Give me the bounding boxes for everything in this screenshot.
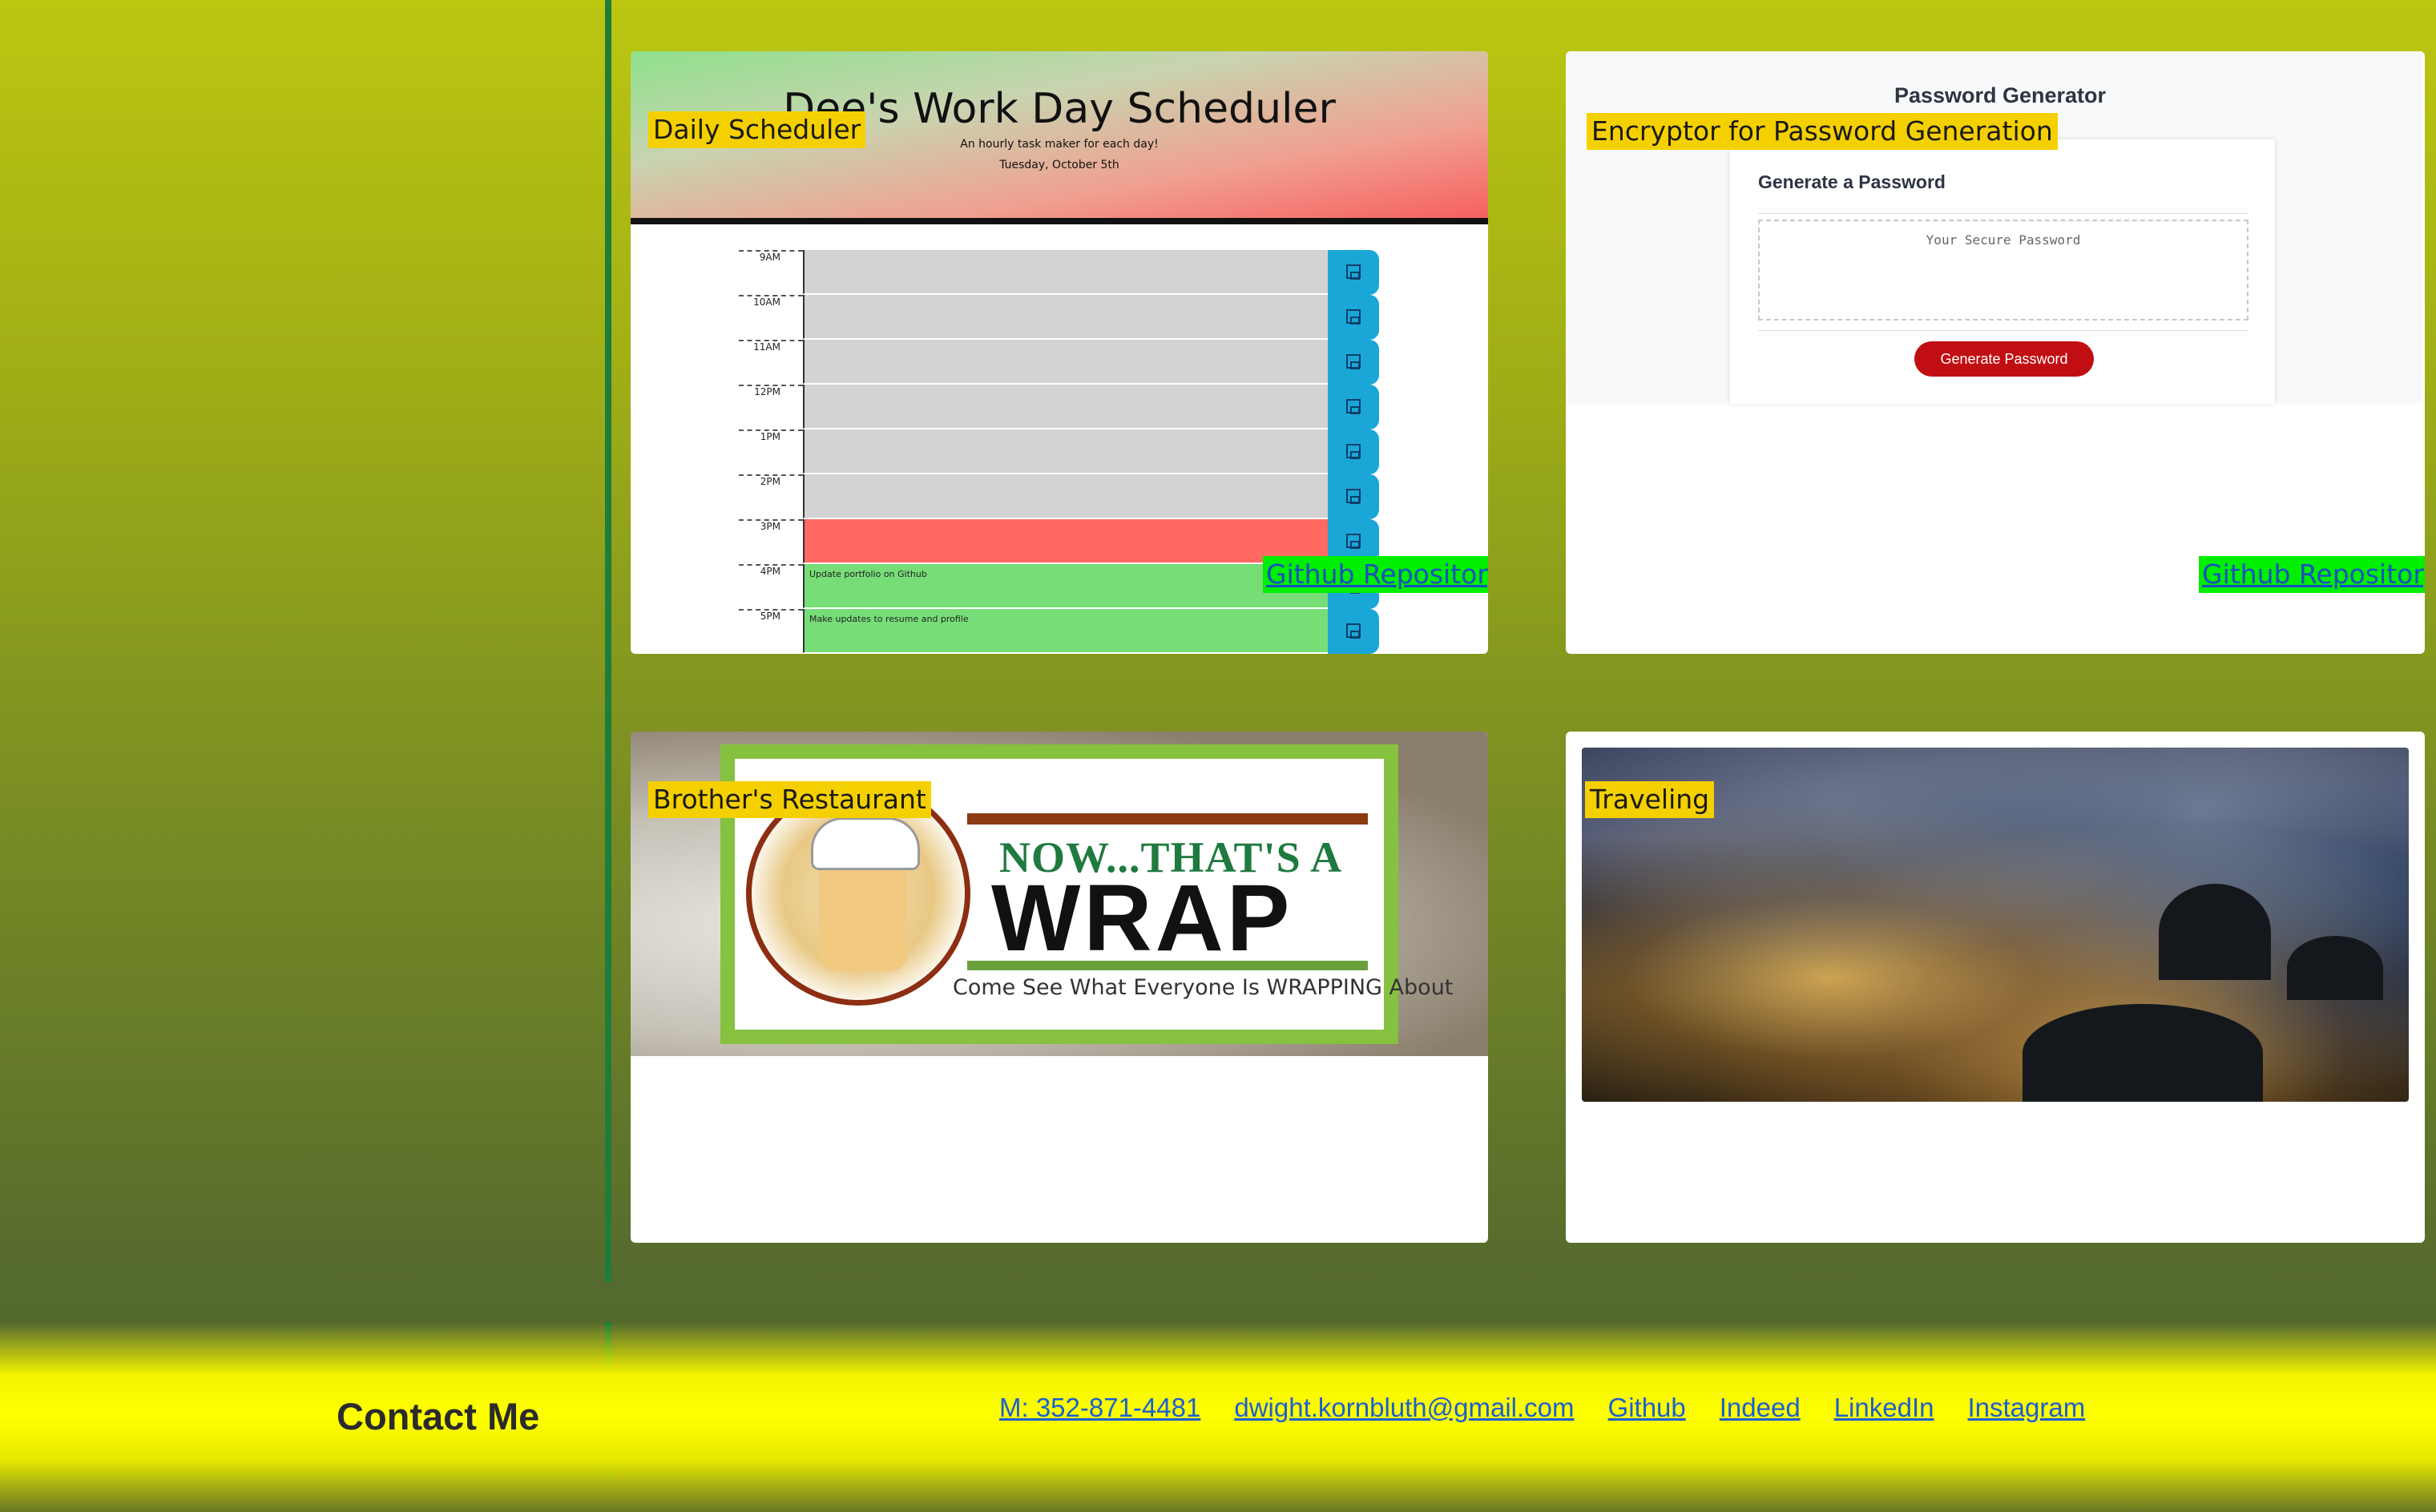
logo-line-2: WRAP — [991, 865, 1293, 971]
hour-label: 11AM — [739, 340, 803, 385]
hour-label: 10AM — [739, 295, 803, 340]
mountain-shape — [2023, 1004, 2263, 1102]
project-card-password-generator[interactable]: Password Generator Generate a Password Y… — [1566, 51, 2425, 654]
save-button — [1328, 340, 1379, 385]
hour-row: 12PM — [739, 385, 1379, 429]
save-icon — [1346, 354, 1361, 369]
hour-label: 5PM — [739, 609, 803, 654]
save-icon — [1346, 489, 1361, 504]
divider-line — [605, 0, 611, 1282]
hour-textarea — [803, 519, 1328, 563]
chef-hat-icon — [811, 817, 920, 870]
save-icon — [1346, 399, 1361, 414]
password-card-heading: Generate a Password — [1758, 171, 1946, 192]
save-icon — [1346, 444, 1361, 459]
password-card: Generate a Password Your Secure Password… — [1730, 139, 2275, 404]
save-button — [1328, 474, 1379, 519]
generate-password-button: Generate Password — [1914, 341, 2094, 377]
linkedin-link[interactable]: LinkedIn — [1834, 1393, 1934, 1423]
hour-row: 1PM — [739, 429, 1379, 474]
mountain-shape — [2159, 884, 2271, 980]
mountain-shape — [2287, 936, 2383, 1000]
save-button — [1328, 429, 1379, 474]
header-underline — [631, 218, 1488, 224]
save-button — [1328, 609, 1379, 654]
logo-bar — [967, 813, 1368, 825]
github-repository-link[interactable]: Github Repository — [2199, 556, 2425, 593]
save-button — [1328, 385, 1379, 429]
phone-link[interactable]: M: 352-871-4481 — [999, 1393, 1200, 1423]
github-link[interactable]: Github — [1608, 1393, 1686, 1423]
indeed-link[interactable]: Indeed — [1720, 1393, 1801, 1423]
hour-label: 4PM — [739, 564, 803, 609]
project-tag: Encryptor for Password Generation — [1587, 113, 2058, 150]
save-button — [1328, 295, 1379, 340]
instagram-link[interactable]: Instagram — [1967, 1393, 2085, 1423]
contact-links: M: 352-871-4481 dwight.kornbluth@gmail.c… — [999, 1393, 2085, 1423]
hour-row: 5PM Make updates to resume and profile — [739, 609, 1379, 654]
hour-label: 1PM — [739, 429, 803, 474]
logo-bar — [967, 961, 1368, 970]
project-tag: Traveling — [1585, 781, 1715, 818]
save-icon — [1346, 623, 1361, 639]
contact-heading: Contact Me — [337, 1395, 540, 1437]
hour-textarea: Make updates to resume and profile — [803, 609, 1328, 653]
hour-row: 11AM — [739, 340, 1379, 385]
divider — [1758, 213, 2248, 214]
divider — [1758, 330, 2248, 331]
save-icon — [1346, 534, 1361, 549]
scheduler-date: Tuesday, October 5th — [999, 159, 1119, 171]
restaurant-banner: NOW...THAT'S A WRAP Come See What Everyo… — [631, 732, 1488, 1056]
password-preview: Password Generator Generate a Password Y… — [1566, 51, 2423, 404]
footer: Contact Me M: 352-871-4481 dwight.kornbl… — [0, 1322, 2436, 1512]
hour-textarea — [803, 429, 1328, 474]
password-output: Your Secure Password — [1758, 220, 2248, 321]
project-tag: Daily Scheduler — [648, 111, 866, 148]
project-card-scheduler[interactable]: Dee's Work Day Scheduler An hourly task … — [631, 51, 1488, 654]
project-card-traveling[interactable]: Traveling — [1566, 732, 2425, 1243]
hour-row: 9AM — [739, 250, 1379, 295]
hour-row: 2PM — [739, 474, 1379, 519]
hour-row: 10AM — [739, 295, 1379, 340]
hour-textarea — [803, 250, 1328, 294]
hour-textarea: Update portfolio on Github — [803, 564, 1328, 608]
project-card-restaurant[interactable]: NOW...THAT'S A WRAP Come See What Everyo… — [631, 732, 1488, 1243]
hour-label: 12PM — [739, 385, 803, 429]
hour-textarea — [803, 295, 1328, 339]
hour-label: 2PM — [739, 474, 803, 519]
hour-label: 3PM — [739, 519, 803, 564]
save-button — [1328, 250, 1379, 295]
logo-tagline: Come See What Everyone Is WRAPPING About — [953, 975, 1454, 1000]
hour-textarea — [803, 474, 1328, 518]
password-generator-title: Password Generator — [1894, 83, 2107, 107]
github-repository-link[interactable]: Github Repository — [1263, 556, 1488, 593]
save-icon — [1346, 264, 1361, 280]
project-tag: Brother's Restaurant — [648, 781, 931, 818]
email-link[interactable]: dwight.kornbluth@gmail.com — [1234, 1393, 1574, 1423]
hour-textarea — [803, 385, 1328, 429]
save-icon — [1346, 309, 1361, 325]
hour-label: 9AM — [739, 250, 803, 295]
hour-textarea — [803, 340, 1328, 384]
